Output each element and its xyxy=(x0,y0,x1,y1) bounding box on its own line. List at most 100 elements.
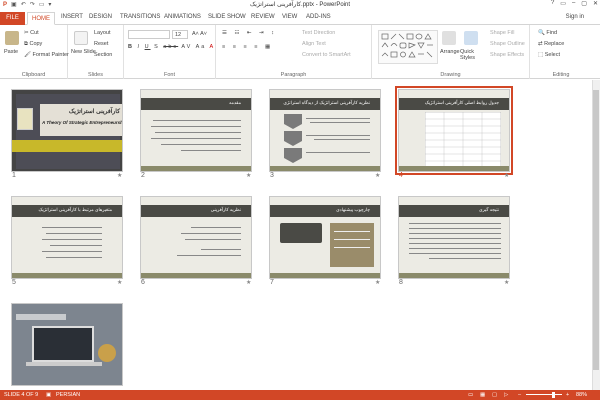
change-case-button[interactable]: Aa xyxy=(196,44,207,50)
editing-group: 🔍 Find ⇄ Replace ⬚ Select Editing xyxy=(530,25,592,79)
maximize-button[interactable]: ▢ xyxy=(581,0,587,7)
slide-thumbnail-4[interactable]: جدول روابط اصلی کارآفرینی استراتژیک xyxy=(395,86,513,175)
shadow-button[interactable]: S xyxy=(154,44,160,50)
list-buttons[interactable]: ☰ ☷ ⇤ ⇥ ↕ xyxy=(222,30,277,36)
animation-star-icon[interactable]: ★ xyxy=(117,172,122,179)
animation-star-icon[interactable]: ★ xyxy=(375,279,380,286)
format-painter-button[interactable]: 🖌 Format Painter xyxy=(24,52,69,58)
italic-button[interactable]: I xyxy=(138,44,142,50)
font-size-dropdown[interactable]: 12 xyxy=(172,30,188,39)
text-line xyxy=(42,227,102,228)
text-direction-button[interactable]: Text Direction xyxy=(302,30,335,36)
find-label: Find xyxy=(546,30,558,36)
quick-styles-icon[interactable] xyxy=(464,31,478,45)
layout-button[interactable]: Layout xyxy=(94,30,111,36)
slide7-title: چارچوب پیشنهادی xyxy=(336,207,370,212)
spellcheck-icon[interactable]: ▣ xyxy=(46,392,51,398)
animation-star-icon[interactable]: ★ xyxy=(504,172,509,179)
shape-outline-button[interactable]: Shape Outline xyxy=(490,41,525,47)
zoom-in-icon[interactable]: + xyxy=(566,392,569,398)
zoom-out-icon[interactable]: – xyxy=(518,392,521,398)
slide-sorter-view-icon[interactable]: ▦ xyxy=(480,392,485,398)
reading-view-icon[interactable]: ▢ xyxy=(492,392,497,398)
normal-view-icon[interactable]: ▭ xyxy=(468,392,473,398)
slide-thumbnail-3[interactable]: نظریه کارآفرینی استراتژیک از دیدگاه استر… xyxy=(269,89,381,172)
scrollbar-thumb[interactable] xyxy=(593,90,599,370)
shape-fill-button[interactable]: Shape Fill xyxy=(490,30,514,36)
arrange-icon[interactable] xyxy=(442,31,456,45)
align-buttons[interactable]: ≡ ≡ ≡ ≡ ▦ xyxy=(222,44,273,50)
arrange-button[interactable]: Arrange xyxy=(440,49,460,55)
sign-in-link[interactable]: Sign in xyxy=(566,14,584,20)
text-line xyxy=(181,150,241,151)
zoom-slider[interactable] xyxy=(526,394,562,395)
tab-insert[interactable]: INSERT xyxy=(61,14,83,20)
paste-button[interactable]: Paste xyxy=(4,49,18,55)
slide-thumbnail-9[interactable] xyxy=(11,303,123,386)
zoom-slider-thumb[interactable] xyxy=(552,392,555,398)
tab-file[interactable]: FILE xyxy=(0,12,25,25)
text-line xyxy=(155,132,241,133)
minimize-button[interactable]: – xyxy=(572,0,575,7)
text-line xyxy=(185,239,241,240)
animation-star-icon[interactable]: ★ xyxy=(117,279,122,286)
tab-slide-show[interactable]: SLIDE SHOW xyxy=(208,14,246,20)
slide7-brown-box xyxy=(330,223,374,267)
tab-add-ins[interactable]: ADD-INS xyxy=(306,14,331,20)
tab-transitions[interactable]: TRANSITIONS xyxy=(120,14,160,20)
slide-thumbnail-8[interactable]: نتیجه گیری xyxy=(398,196,510,279)
slide9-caption-bar xyxy=(16,314,66,320)
copy-button[interactable]: ⧉ Copy xyxy=(24,41,42,48)
bold-button[interactable]: B xyxy=(128,44,134,50)
chevron-diagram-icon xyxy=(284,114,302,163)
help-icon[interactable]: ? xyxy=(551,0,554,7)
font-group: 12 A˄ A˅ B I U S abc AV Aa A Font xyxy=(124,25,216,79)
quick-styles-button[interactable]: Quick Styles xyxy=(460,49,486,61)
close-button[interactable]: ✕ xyxy=(593,0,598,7)
replace-button[interactable]: ⇄ Replace xyxy=(538,41,564,47)
slide1-logo xyxy=(17,108,33,130)
format-painter-label: Format Painter xyxy=(32,52,69,58)
tab-review[interactable]: REVIEW xyxy=(251,14,275,20)
tab-animations[interactable]: ANIMATIONS xyxy=(164,14,201,20)
tab-view[interactable]: VIEW xyxy=(282,14,297,20)
slide-number-3: 3 xyxy=(270,172,274,179)
strikethrough-button[interactable]: abc xyxy=(163,44,178,50)
text-line xyxy=(181,233,241,234)
slide-thumbnail-7[interactable]: چارچوب پیشنهادی xyxy=(269,196,381,279)
language-indicator[interactable]: PERSIAN xyxy=(56,392,80,398)
underline-button[interactable]: U xyxy=(145,44,151,50)
ribbon-display-icon[interactable]: ▭ xyxy=(560,0,566,7)
animation-star-icon[interactable]: ★ xyxy=(375,172,380,179)
slide7-strip xyxy=(270,273,380,278)
slide-thumbnail-1[interactable]: کارآفرینی استراتژیک A Theory Of Strategi… xyxy=(11,89,123,172)
slide-thumbnail-6[interactable]: نظریه کارآفرینی xyxy=(140,196,252,279)
zoom-level[interactable]: 88% xyxy=(576,392,587,398)
tab-home[interactable]: HOME xyxy=(27,12,55,25)
align-text-button[interactable]: Align Text xyxy=(302,41,326,47)
reset-button[interactable]: Reset xyxy=(94,41,108,47)
animation-star-icon[interactable]: ★ xyxy=(246,172,251,179)
shape-effects-button[interactable]: Shape Effects xyxy=(490,52,524,58)
font-name-dropdown[interactable] xyxy=(128,30,170,39)
grow-font-icon[interactable]: A˄ A˅ xyxy=(192,31,207,37)
char-spacing-button[interactable]: AV xyxy=(181,44,192,50)
font-color-button[interactable]: A xyxy=(210,44,216,50)
paste-icon[interactable] xyxy=(5,31,19,45)
slide-thumbnail-5[interactable]: متغیرهای مرتبط با کارآفرینی استراتژیک xyxy=(11,196,123,279)
shapes-gallery-icons xyxy=(381,33,433,58)
animation-star-icon[interactable]: ★ xyxy=(246,279,251,286)
tab-design[interactable]: DESIGN xyxy=(89,14,112,20)
cut-button[interactable]: ✂ Cut xyxy=(24,30,39,36)
select-button[interactable]: ⬚ Select xyxy=(538,52,560,58)
shapes-gallery[interactable] xyxy=(378,30,438,64)
animation-star-icon[interactable]: ★ xyxy=(504,279,509,286)
find-button[interactable]: 🔍 Find xyxy=(538,30,557,36)
slide-thumbnail-2[interactable]: مقدمه xyxy=(140,89,252,172)
new-slide-button[interactable]: New Slide xyxy=(71,49,96,55)
convert-smartart-button[interactable]: Convert to SmartArt xyxy=(302,52,351,58)
new-slide-icon[interactable] xyxy=(74,31,88,45)
section-button[interactable]: Section xyxy=(94,52,112,58)
slideshow-view-icon[interactable]: ▷ xyxy=(504,392,508,398)
font-format-buttons[interactable]: B I U S abc AV Aa A xyxy=(128,44,215,50)
